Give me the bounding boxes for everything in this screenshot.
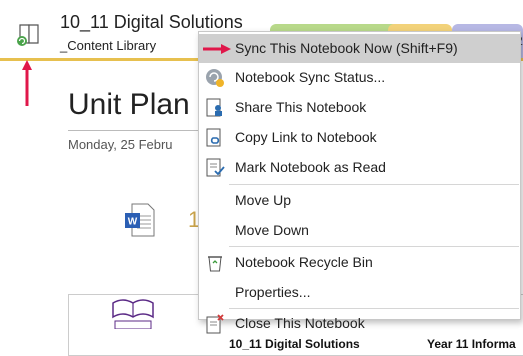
table-cell-year: Year 11 Informa — [427, 337, 516, 351]
page-title: Unit Plan — [68, 88, 190, 121]
menu-item-label: Notebook Recycle Bin — [235, 254, 373, 270]
menu-item-label: Move Down — [235, 222, 309, 238]
menu-item-share[interactable]: Share This Notebook — [199, 93, 520, 122]
menu-separator — [229, 184, 519, 185]
menu-item-label: Share This Notebook — [235, 99, 367, 115]
menu-item-sync-status[interactable]: Notebook Sync Status... — [199, 63, 520, 92]
menu-item-label: Mark Notebook as Read — [235, 159, 386, 175]
menu-item-move-up[interactable]: Move Up — [199, 186, 520, 215]
table-cell-course: 10_11 Digital Solutions — [229, 337, 360, 351]
school-logo — [109, 299, 157, 330]
menu-item-label: Move Up — [235, 192, 292, 208]
recycle-bin-icon — [205, 253, 225, 273]
word-document-icon[interactable]: W — [124, 202, 156, 238]
menu-item-label: Close This Notebook — [235, 315, 365, 331]
page-date: Monday, 25 Febru — [68, 137, 173, 152]
menu-item-label: Notebook Sync Status... — [235, 69, 386, 85]
share-icon — [205, 98, 225, 118]
menu-item-mark-read[interactable]: Mark Notebook as Read — [199, 153, 520, 182]
svg-text:W: W — [128, 217, 138, 228]
notebook-subtitle[interactable]: _Content Library — [60, 38, 156, 53]
menu-separator — [229, 246, 519, 247]
red-arrow-right-icon — [203, 44, 231, 54]
menu-item-properties[interactable]: Properties... — [199, 278, 520, 307]
menu-item-copy-link[interactable]: Copy Link to Notebook — [199, 123, 520, 152]
mark-read-icon — [205, 158, 225, 178]
menu-item-label: Properties... — [235, 284, 311, 300]
menu-item-sync-now[interactable]: Sync This Notebook Now (Shift+F9) — [199, 34, 520, 63]
red-arrow-up-icon — [22, 60, 32, 106]
menu-item-close-notebook[interactable]: Close This Notebook — [199, 309, 520, 338]
notebook-sync-icon[interactable] — [16, 22, 42, 48]
menu-item-label: Sync This Notebook Now (Shift+F9) — [235, 40, 458, 56]
notebook-title[interactable]: 10_11 Digital Solutions — [60, 12, 243, 33]
link-icon — [205, 128, 225, 148]
sync-status-icon — [205, 68, 225, 88]
menu-item-recycle-bin[interactable]: Notebook Recycle Bin — [199, 248, 520, 277]
notebook-context-menu: Sync This Notebook Now (Shift+F9) Notebo… — [198, 31, 521, 334]
menu-item-move-down[interactable]: Move Down — [199, 216, 520, 245]
close-notebook-icon — [205, 314, 225, 334]
menu-item-label: Copy Link to Notebook — [235, 129, 377, 145]
